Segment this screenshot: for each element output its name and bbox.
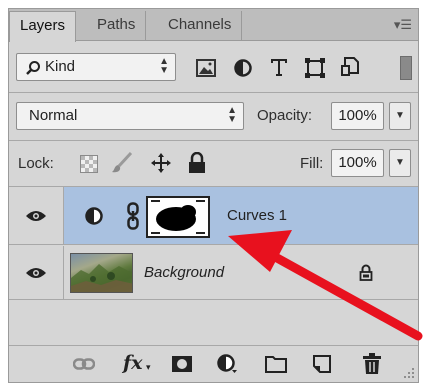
filter-kind-label: Kind — [45, 58, 76, 75]
new-adjustment-icon[interactable] — [217, 354, 237, 374]
blend-mode-value: Normal — [29, 107, 78, 124]
blend-mode-select[interactable]: Normal ▲ ▼ — [16, 102, 244, 130]
lock-transparent-pixels-icon[interactable] — [80, 155, 98, 173]
fill-value: 100% — [338, 154, 377, 171]
fx-dropdown-icon: ▾ — [146, 362, 151, 372]
visibility-toggle[interactable] — [9, 187, 64, 244]
layer-thumbnail-image[interactable] — [70, 253, 133, 293]
lock-row: Lock: Fill: 100% ▼ — [9, 141, 418, 186]
layer-row-background[interactable]: Background — [9, 246, 418, 300]
updown-icon: ▲ ▼ — [159, 56, 169, 76]
visibility-toggle[interactable] — [9, 246, 64, 299]
eye-icon[interactable] — [25, 209, 47, 223]
fill-dropdown-button[interactable]: ▼ — [389, 149, 411, 177]
tab-layers[interactable]: Layers — [9, 11, 77, 42]
add-mask-icon[interactable] — [171, 355, 193, 373]
new-group-icon[interactable] — [265, 355, 287, 373]
chain-link-icon[interactable] — [127, 202, 139, 230]
blend-row: Normal ▲ ▼ Opacity: 100% ▼ — [9, 93, 418, 140]
panel-menu-icon[interactable]: ▾☰ — [394, 17, 412, 33]
panel-tab-bar: Layers Paths Channels ▾☰ — [9, 9, 418, 42]
opacity-value: 100% — [338, 107, 377, 124]
filter-row: Kind ▲ ▼ — [9, 42, 418, 92]
adjustment-filter-icon[interactable] — [234, 59, 252, 77]
layer-name-curves[interactable]: Curves 1 — [227, 207, 287, 224]
lock-image-pixels-icon[interactable] — [111, 152, 133, 174]
layer-mask-thumbnail[interactable] — [146, 196, 210, 238]
lock-label: Lock: — [18, 155, 54, 172]
updown-icon: ▲ ▼ — [227, 105, 237, 125]
tab-channels[interactable]: Channels — [158, 11, 243, 41]
image-filter-icon[interactable] — [196, 59, 216, 77]
opacity-dropdown-button[interactable]: ▼ — [389, 102, 411, 130]
resize-grip-icon[interactable] — [403, 367, 415, 379]
lock-all-icon[interactable] — [188, 152, 206, 174]
fill-label: Fill: — [300, 155, 324, 172]
layers-panel: Layers Paths Channels ▾☰ Kind ▲ ▼ Normal… — [8, 8, 419, 383]
new-layer-icon[interactable] — [312, 354, 332, 374]
layer-lock-icon — [359, 264, 373, 281]
search-icon — [26, 61, 40, 75]
shape-filter-icon[interactable] — [305, 58, 325, 78]
filter-kind-select[interactable]: Kind ▲ ▼ — [16, 53, 176, 81]
mask-shape-icon — [151, 200, 205, 234]
eye-icon[interactable] — [25, 266, 47, 280]
fill-input[interactable]: 100% — [331, 149, 384, 177]
lock-position-icon[interactable] — [150, 152, 172, 174]
tab-paths[interactable]: Paths — [87, 11, 147, 41]
layer-row-curves[interactable]: Curves 1 — [9, 187, 418, 245]
delete-icon[interactable] — [362, 353, 382, 375]
fx-icon[interactable]: fx — [123, 352, 143, 374]
smart-object-filter-icon[interactable] — [340, 57, 360, 77]
opacity-label: Opacity: — [257, 107, 313, 124]
layers-bottom-bar: fx ▾ — [9, 345, 418, 382]
opacity-input[interactable]: 100% — [331, 102, 384, 130]
landscape-thumbnail-icon — [71, 264, 132, 292]
link-layers-icon[interactable] — [73, 358, 95, 370]
adjustment-layer-icon — [85, 207, 103, 225]
layer-name-background[interactable]: Background — [144, 264, 224, 281]
filter-toggle-icon[interactable] — [400, 56, 412, 80]
type-filter-icon[interactable] — [269, 57, 289, 77]
